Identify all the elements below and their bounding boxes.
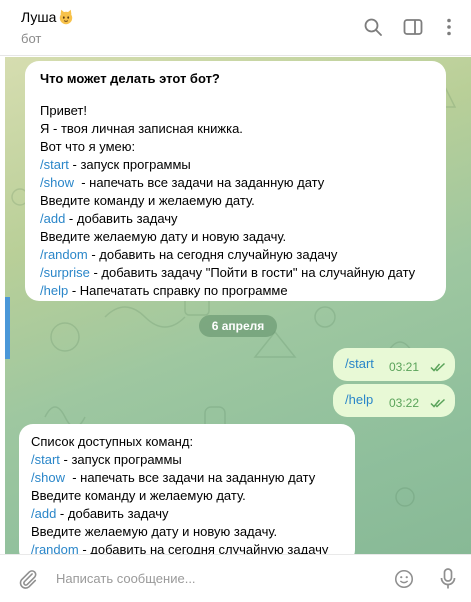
intro-line: /surprise - добавить задачу "Пойти в гос… xyxy=(40,264,431,282)
chat-title[interactable]: Луша xyxy=(21,9,74,25)
command-description: - Напечатать справку по программе xyxy=(68,283,288,298)
intro-line: Вот что я умею: xyxy=(40,139,136,154)
intro-line: /random - добавить на сегодня случайную … xyxy=(40,246,431,264)
more-vertical-icon[interactable] xyxy=(437,15,461,39)
chat-title-text: Луша xyxy=(21,9,57,25)
intro-line: Введите команду и желаемую дату. xyxy=(40,193,255,208)
message-time: 03:21 xyxy=(389,360,420,374)
command-link-start[interactable]: /start xyxy=(345,356,374,371)
attach-icon[interactable] xyxy=(17,568,39,590)
command-link-add[interactable]: /add xyxy=(31,506,56,521)
cat-emoji-icon xyxy=(58,9,74,25)
help-line: /show - напечать все задачи на заданную … xyxy=(31,469,343,487)
intro-line: /show - напечать все задачи на заданную … xyxy=(40,174,431,192)
message-composer: Написать сообщение... xyxy=(0,554,471,602)
intro-line: /add - добавить задачу xyxy=(40,210,431,228)
bot-intro-message[interactable]: Что может делать этот бот? Привет! Я - т… xyxy=(25,61,446,301)
read-receipt-icon xyxy=(430,362,446,372)
date-separator: 6 апреля xyxy=(199,315,277,337)
intro-line: Я - твоя личная записная книжка. xyxy=(40,121,243,136)
emoji-icon[interactable] xyxy=(393,568,415,590)
command-description: - напечать все задачи на заданную дату xyxy=(64,470,316,485)
intro-heading: Что может делать этот бот? xyxy=(40,71,220,86)
command-link-help[interactable]: /help xyxy=(40,283,68,298)
intro-line: /start - запуск программы xyxy=(40,156,431,174)
microphone-icon[interactable] xyxy=(438,567,458,591)
help-line: Введите желаемую дату и новую задачу. xyxy=(31,524,278,539)
intro-line: /help - Напечатать справку по программе xyxy=(40,282,431,300)
intro-line: Введите желаемую дату и новую задачу. xyxy=(40,229,287,244)
help-line: /start - запуск программы xyxy=(31,451,343,469)
command-description: - добавить задачу "Пойти в гости" на слу… xyxy=(89,265,416,280)
help-line: Список доступных команд: xyxy=(31,434,194,449)
command-link-show[interactable]: /show xyxy=(40,175,74,190)
command-link-surprise[interactable]: /surprise xyxy=(40,265,90,280)
active-chat-indicator xyxy=(5,297,10,359)
intro-spacer xyxy=(40,88,431,102)
command-description: - напечать все задачи на заданную дату xyxy=(73,175,325,190)
command-link-show[interactable]: /show xyxy=(31,470,65,485)
command-description: - запуск программы xyxy=(59,452,182,467)
outgoing-message[interactable]: /help 03:22 xyxy=(333,384,455,417)
chat-header: Луша бот xyxy=(0,0,471,56)
command-link-start[interactable]: /start xyxy=(31,452,60,467)
command-link-help[interactable]: /help xyxy=(345,392,373,407)
outgoing-message[interactable]: /start 03:21 xyxy=(333,348,455,381)
command-link-start[interactable]: /start xyxy=(40,157,69,172)
message-time: 03:22 xyxy=(389,396,420,410)
command-description: - запуск программы xyxy=(68,157,191,172)
command-description: - добавить на сегодня случайную задачу xyxy=(87,247,338,262)
command-link-add[interactable]: /add xyxy=(40,211,65,226)
search-icon[interactable] xyxy=(361,15,385,39)
bot-help-message[interactable]: Список доступных команд: /start - запуск… xyxy=(19,424,355,564)
message-input[interactable]: Написать сообщение... xyxy=(56,571,196,586)
read-receipt-icon xyxy=(430,398,446,408)
intro-line: Привет! xyxy=(40,103,87,118)
command-description: - добавить задачу xyxy=(56,506,169,521)
sidebar-toggle-icon[interactable] xyxy=(401,15,425,39)
chat-subtitle: бот xyxy=(21,31,42,46)
command-description: - добавить задачу xyxy=(65,211,178,226)
command-link-random[interactable]: /random xyxy=(40,247,88,262)
help-line: Введите команду и желаемую дату. xyxy=(31,488,246,503)
help-line: /add - добавить задачу xyxy=(31,505,343,523)
